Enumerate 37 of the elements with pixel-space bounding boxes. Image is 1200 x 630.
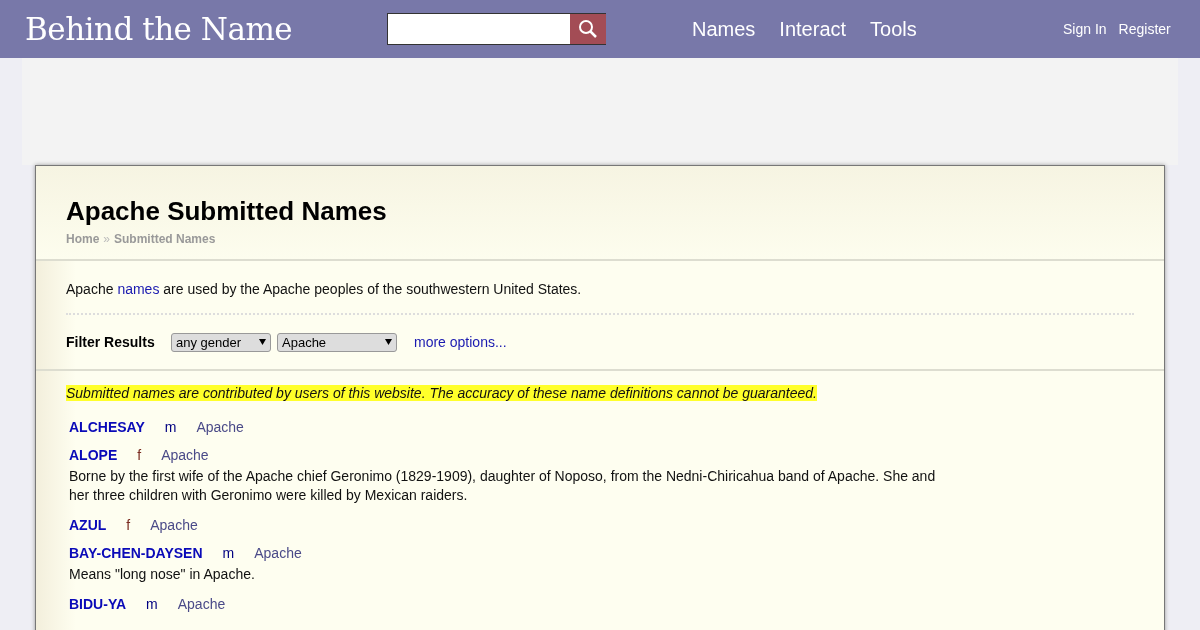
filter-label: Filter Results [66,334,156,350]
gender-label: m [222,545,235,561]
caret-icon [259,339,266,345]
more-options-link[interactable]: more options... [414,334,507,350]
name-link[interactable]: ALCHESAY [69,419,145,435]
name-meaning: Means "long nose" in Apache. [69,565,256,584]
usage-link[interactable]: Apache [150,517,198,533]
nav-link[interactable]: Interact [779,17,847,41]
gender-label: f [137,447,142,463]
intro-text: Apache names are used by the Apache peoples of the southwestern United States. [66,281,583,297]
gender-label: f [126,517,131,533]
name-link[interactable]: BAY-CHEN-DAYSEN [69,545,203,561]
account-link[interactable]: Sign In [1063,21,1107,37]
usage-link[interactable]: Apache [161,447,209,463]
gender-label: m [146,596,158,612]
search-field[interactable] [387,13,606,45]
usage-link[interactable]: Apache [196,419,244,435]
disclaimer-notice: Submitted names are contributed by users of this website. The accuracy of these name definitions cannot be guaranteed. [66,385,817,401]
search-button[interactable] [570,14,606,44]
name-link[interactable]: ALOPE [69,447,118,463]
language-select[interactable]: Apache [277,332,397,352]
site-logo[interactable]: Behind the Name [25,11,387,47]
gender-label: m [164,419,177,435]
names-link[interactable]: names [117,281,160,297]
usage-link[interactable]: Apache [177,596,226,612]
name-link[interactable]: AZUL [69,517,107,533]
breadcrumb-separator: » [103,232,111,246]
name-meaning: Borne by the first wife of the Apache chief Geronimo (1829-1909), daughter of Noposo, from the Nedni-Chiricahua band of Apache. She and her three children with Geronimo were killed by Mexican raiders. [69,467,937,505]
nav-link[interactable]: Tools [870,17,917,41]
search-icon [578,19,598,39]
nav-link[interactable]: Names [692,17,756,41]
gender-select[interactable]: any gender [171,332,271,352]
name-link[interactable]: BIDU-YA [69,596,127,612]
account-link[interactable]: Register [1118,21,1171,37]
usage-link[interactable]: Apache [254,545,302,561]
caret-icon [385,339,392,345]
page-title: Apache Submitted Names [66,196,388,227]
